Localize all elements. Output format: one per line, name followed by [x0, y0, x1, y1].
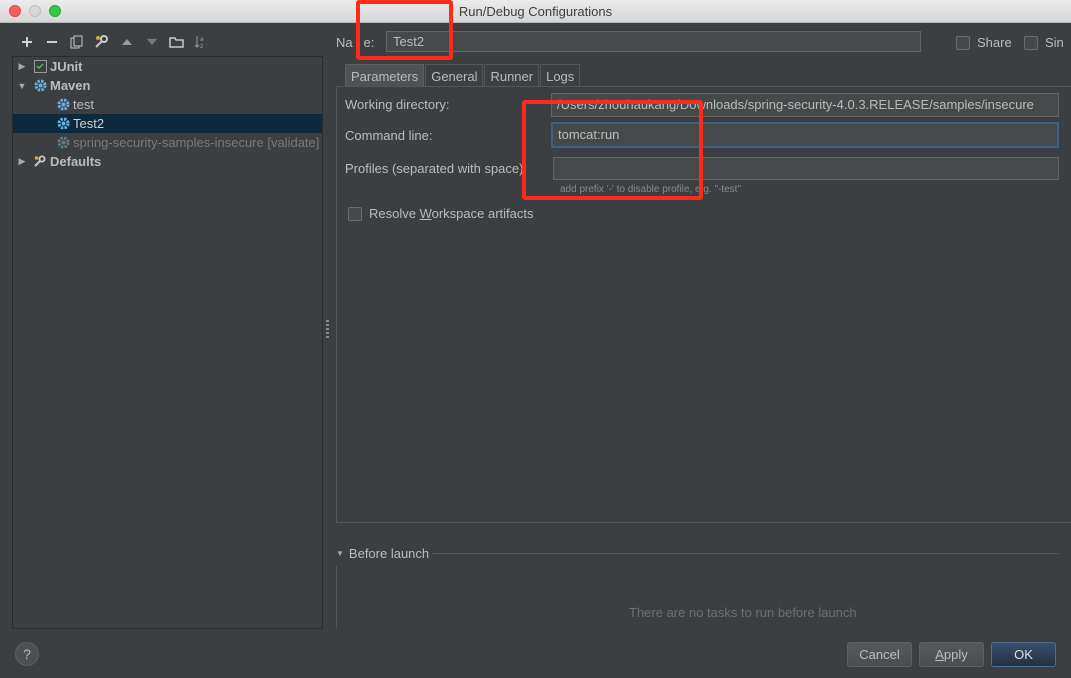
resolve-workspace-checkbox[interactable]: Resolve Workspace artifacts [348, 206, 534, 221]
parameters-panel [336, 86, 1071, 523]
svg-text:a: a [200, 36, 204, 43]
single-instance-checkbox[interactable]: Sin [1024, 35, 1064, 50]
svg-text:z: z [200, 43, 203, 49]
tree-item-label: spring-security-samples-insecure [valida… [73, 135, 320, 150]
tree-item-maven[interactable]: ▼ Maven [13, 76, 322, 95]
share-label: Share [977, 35, 1012, 50]
tree-item-label: Test2 [73, 116, 105, 131]
tab-runner[interactable]: Runner [484, 64, 540, 86]
minus-icon[interactable] [39, 32, 64, 52]
resolve-workspace-label: Resolve Workspace artifacts [369, 206, 534, 221]
splitter-handle[interactable] [326, 320, 329, 338]
gear-icon [56, 117, 70, 131]
sort-az-icon[interactable]: az [189, 32, 214, 52]
section-divider [432, 553, 1059, 554]
plus-icon[interactable] [14, 32, 39, 52]
name-input[interactable]: Test2 [386, 31, 921, 52]
before-launch-toggle[interactable]: ▼ Before launch [336, 546, 429, 561]
arrow-down-icon[interactable] [139, 32, 164, 52]
tree-item-test[interactable]: test [13, 95, 322, 114]
expand-arrow-icon[interactable]: ▶ [17, 61, 27, 72]
share-checkbox-box[interactable] [956, 35, 970, 50]
tree-item-test2[interactable]: Test2 [13, 114, 322, 133]
tree-item-defaults[interactable]: ▶ Defaults [13, 152, 322, 171]
gear-icon [33, 79, 47, 93]
cancel-button[interactable]: Cancel [847, 642, 912, 667]
gear-icon [56, 136, 70, 150]
tree-item-label: Maven [50, 78, 91, 93]
collapse-arrow-icon: ▼ [336, 549, 344, 558]
before-launch-title: Before launch [348, 546, 430, 561]
config-toolbar: az [14, 32, 214, 52]
arrow-up-icon[interactable] [114, 32, 139, 52]
share-checkbox[interactable]: Share [956, 35, 1012, 50]
gear-icon [56, 98, 70, 112]
highlight-box-command-line [522, 100, 703, 200]
single-instance-checkbox-box[interactable] [1024, 35, 1038, 50]
highlight-box-name [356, 0, 453, 60]
window-title: Run/Debug Configurations [458, 4, 613, 19]
wrench-icon [33, 155, 47, 169]
folder-icon[interactable] [164, 32, 189, 52]
junit-icon [33, 60, 47, 74]
tree-item-junit[interactable]: ▶ JUnit [13, 57, 322, 76]
copy-icon[interactable] [64, 32, 89, 52]
single-instance-label: Sin [1045, 35, 1064, 50]
working-directory-label: Working directory: [345, 97, 450, 112]
tab-logs[interactable]: Logs [540, 64, 581, 86]
profiles-label: Profiles (separated with space): [345, 161, 528, 176]
title-bar: Run/Debug Configurations [0, 0, 1071, 23]
apply-button[interactable]: Apply [919, 642, 984, 667]
resolve-workspace-checkbox-box[interactable] [348, 206, 362, 221]
tree-item-label: test [73, 97, 94, 112]
configuration-tree[interactable]: ▶ JUnit ▼ Maven test Test2 spring-securi… [12, 56, 323, 629]
collapse-arrow-icon[interactable]: ▼ [17, 81, 27, 91]
tree-item-label: Defaults [50, 154, 102, 169]
tree-item-temporary-config[interactable]: spring-security-samples-insecure [valida… [13, 133, 322, 152]
tree-item-label: JUnit [50, 59, 83, 74]
before-launch-empty-text: There are no tasks to run before launch [629, 605, 857, 620]
wrench-icon[interactable] [89, 32, 114, 52]
help-button[interactable]: ? [15, 642, 39, 666]
tab-general[interactable]: General [425, 64, 484, 86]
ok-button[interactable]: OK [991, 642, 1056, 667]
config-tabs: Parameters General Runner Logs [345, 64, 581, 86]
expand-arrow-icon[interactable]: ▶ [17, 156, 27, 167]
command-line-label: Command line: [345, 128, 433, 143]
tab-parameters[interactable]: Parameters [345, 64, 425, 86]
